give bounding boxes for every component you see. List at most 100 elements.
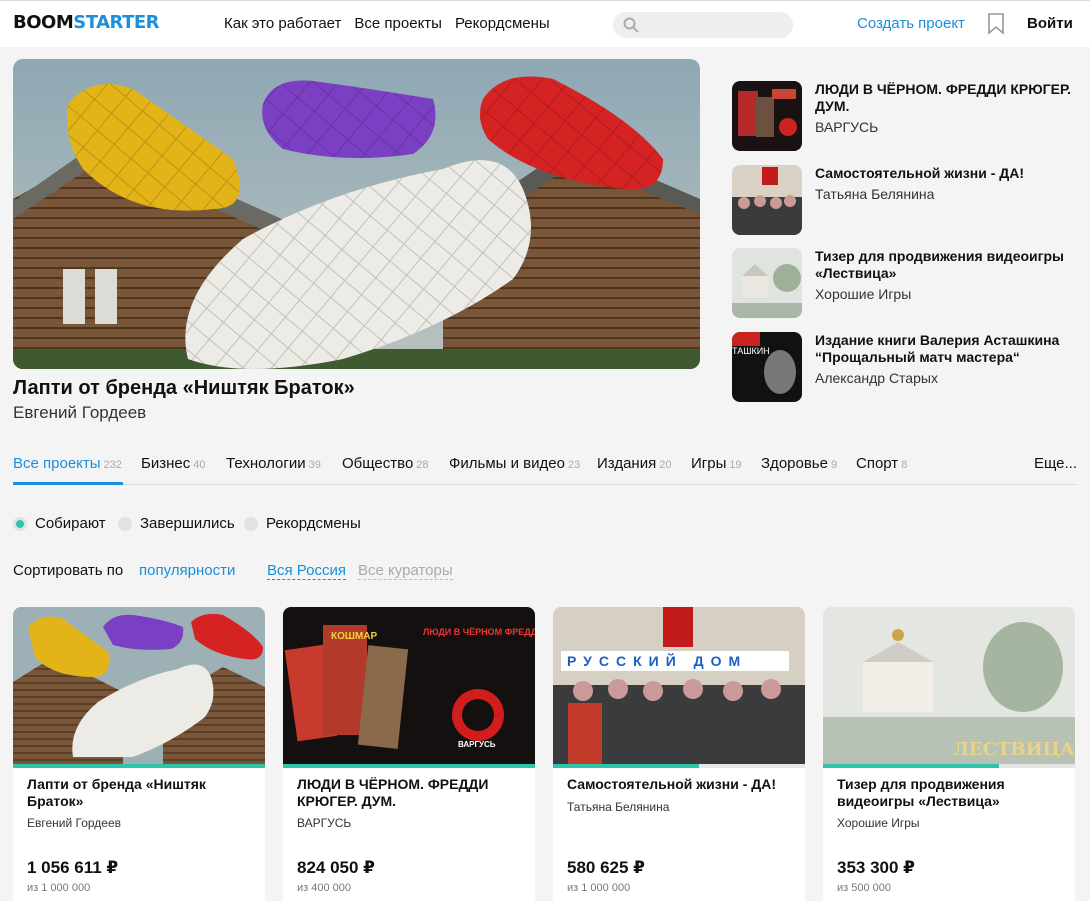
filter-finished[interactable]: Завершились: [118, 515, 235, 532]
card-author: Татьяна Белянина: [567, 800, 670, 814]
active-tab-underline: [13, 482, 123, 485]
nav-record-holders[interactable]: Рекордсмены: [455, 15, 550, 32]
side-author-3: Хорошие Игры: [815, 286, 912, 302]
tab-count: 8: [901, 459, 908, 471]
card-author: Евгений Гордеев: [27, 816, 122, 830]
game-title-text: ЛЕСТВИЦА: [953, 739, 1075, 760]
login-button[interactable]: Войти: [1027, 15, 1073, 32]
tab-count: 39: [308, 459, 321, 471]
hero-title[interactable]: Лапти от бренда «Ништяк Браток»: [13, 377, 355, 400]
radio-dot: [118, 516, 132, 531]
project-card-1[interactable]: Лапти от бренда «Ништяк Браток» Евгений …: [13, 607, 265, 901]
filter-record-holders[interactable]: Рекордсмены: [244, 515, 361, 532]
tab-publishing[interactable]: Издания 20: [597, 455, 671, 472]
tab-count: 232: [103, 459, 122, 471]
tab-label: Технологии: [226, 455, 306, 472]
card-goal: из 500 000: [837, 882, 892, 894]
book-thumb-text: ТАШКИН: [732, 346, 770, 356]
search-icon: [623, 17, 639, 33]
tab-count: 20: [659, 459, 672, 471]
curators-filter[interactable]: Все кураторы: [358, 562, 453, 580]
progress-bar: [13, 764, 265, 768]
progress-bar: [283, 764, 535, 768]
tab-count: 23: [567, 459, 581, 471]
tab-games[interactable]: Игры 19: [691, 455, 742, 472]
side-thumb-2: [732, 165, 802, 235]
side-author-2: Татьяна Белянина: [815, 186, 935, 202]
side-thumb-1: [732, 81, 802, 151]
side-title-1: ЛЮДИ В ЧЁРНОМ. ФРЕДДИ КРЮГЕР. ДУМ.: [815, 81, 1072, 114]
more-categories-link[interactable]: Еще...: [1034, 455, 1077, 472]
card-raised-amount: 824 050 ₽: [297, 858, 376, 877]
tab-count: 40: [193, 459, 206, 471]
category-tabs: Все проекты 232 Бизнес 40 Технологии 39 Общ…: [13, 455, 1077, 485]
progress-bar: [823, 764, 1000, 768]
side-author-4: Александр Старых: [815, 370, 938, 386]
card-image-2-picture: КОШМАР ЛЮДИ В ЧЁРНОМ ФРЕДДИ КРЮГЕР ДУМ В…: [283, 607, 535, 764]
hero-picture: [13, 59, 700, 369]
project-card-2[interactable]: КОШМАР ЛЮДИ В ЧЁРНОМ ФРЕДДИ КРЮГЕР ДУМ В…: [283, 607, 535, 901]
card-title: Самостоятельной жизни - ДА!: [567, 776, 776, 792]
card-title: ЛЮДИ В ЧЁРНОМ. ФРЕДДИ КРЮГЕР. ДУМ.: [297, 776, 489, 809]
card-author: Хорошие Игры: [837, 816, 920, 830]
side-author-1: ВАРГУСЬ: [815, 119, 879, 135]
tab-society[interactable]: Общество 28: [342, 455, 429, 472]
card-goal: из 400 000: [297, 882, 352, 894]
tab-sport[interactable]: Спорт 8: [856, 455, 907, 472]
nav-how-it-works[interactable]: Как это работает: [224, 15, 341, 32]
tab-count: 9: [830, 459, 838, 471]
side-thumb-3-image: [732, 248, 802, 318]
logo-boom: BOOM: [13, 12, 74, 33]
sort-popularity-link[interactable]: популярности: [139, 562, 235, 579]
poster-text: ЛЮДИ В ЧЁРНОМ ФРЕДДИ КРЮГЕР ДУМ: [423, 627, 535, 637]
search-input[interactable]: [613, 12, 793, 38]
card-goal: из 1 000 000: [27, 882, 91, 894]
badge-text: ВАРГУСЬ: [458, 740, 496, 749]
bookmark-icon[interactable]: [987, 13, 1005, 35]
card-raised-amount: 580 625 ₽: [567, 858, 646, 877]
top-header: BOOMSTARTER Как это работает Все проекты…: [0, 0, 1090, 47]
tab-films[interactable]: Фильмы и видео 23: [449, 455, 580, 472]
filter-label: Завершились: [140, 515, 235, 532]
card-goal: из 1 000 000: [567, 882, 631, 894]
card-image-1-picture: [13, 607, 265, 764]
project-card-3[interactable]: РУССКИЙ ДОМ Самостоятельной жизни - ДА! …: [553, 607, 805, 901]
card-image-1: [13, 607, 265, 764]
side-thumb-2-image: [732, 165, 802, 235]
create-project-link[interactable]: Создать проект: [857, 15, 965, 32]
side-thumb-1-image: [732, 81, 802, 151]
tab-count: 19: [729, 459, 742, 471]
card-raised-amount: 1 056 611 ₽: [27, 858, 119, 877]
side-project-1[interactable]: ЛЮДИ В ЧЁРНОМ. ФРЕДДИ КРЮГЕР. ДУМ. ВАРГУ…: [732, 81, 1082, 151]
tab-label: Общество: [342, 455, 414, 472]
side-thumb-4-image: ТАШКИН: [732, 332, 802, 402]
progress-bar: [553, 764, 700, 768]
radio-dot: [244, 516, 258, 531]
filter-label: Собирают: [35, 515, 106, 532]
filter-label: Рекордсмены: [266, 515, 361, 532]
hero-image[interactable]: [13, 59, 700, 369]
side-project-4[interactable]: ТАШКИН Издание книги Валерия Асташкина “…: [732, 332, 1082, 402]
side-project-2[interactable]: Самостоятельной жизни - ДА! Татьяна Беля…: [732, 165, 1082, 235]
filter-collecting[interactable]: Собирают: [13, 515, 106, 532]
tab-technology[interactable]: Технологии 39: [226, 455, 321, 472]
tab-label: Здоровье: [761, 455, 828, 472]
nav-all-projects[interactable]: Все проекты: [354, 15, 442, 32]
side-title-3: Тизер для продвижения видеоигры «Лествиц…: [815, 248, 1064, 281]
tab-label: Спорт: [856, 455, 899, 472]
side-project-3[interactable]: Тизер для продвижения видеоигры «Лествиц…: [732, 248, 1082, 318]
side-title-2: Самостоятельной жизни - ДА!: [815, 165, 1024, 181]
tab-count: 28: [416, 459, 429, 471]
side-title-4: Издание книги Валерия Асташкина “Прощаль…: [815, 332, 1060, 365]
tab-health[interactable]: Здоровье 9: [761, 455, 837, 472]
tab-label: Фильмы и видео: [449, 455, 565, 472]
sort-label: Сортировать по: [13, 562, 124, 579]
comic-title-text: КОШМАР: [331, 631, 377, 642]
boomstarter-logo[interactable]: BOOMSTARTER: [13, 12, 160, 33]
tab-all-projects[interactable]: Все проекты 232: [13, 455, 122, 472]
hero-author[interactable]: Евгений Гордеев: [13, 403, 146, 423]
project-card-4[interactable]: ЛЕСТВИЦА Тизер для продвижения видеоигры…: [823, 607, 1075, 901]
tab-business[interactable]: Бизнес 40: [141, 455, 205, 472]
region-filter[interactable]: Вся Россия: [267, 562, 346, 580]
tab-label: Игры: [691, 455, 727, 472]
